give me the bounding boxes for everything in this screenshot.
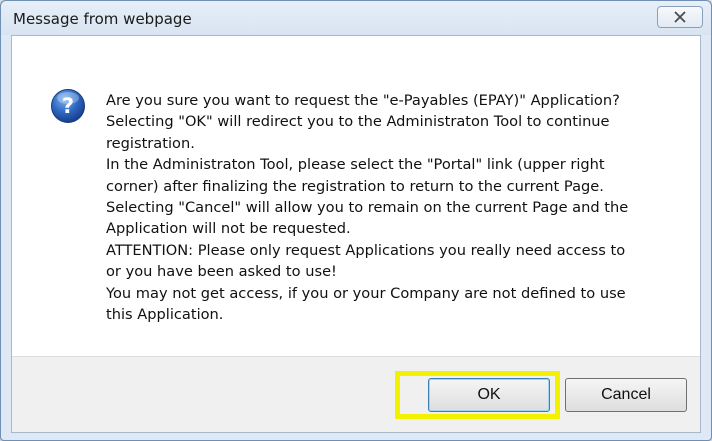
- close-button[interactable]: [657, 6, 703, 28]
- question-icon: ?: [51, 89, 85, 123]
- title-bar: Message from webpage: [1, 1, 711, 35]
- message-line: corner) after finalizing the registratio…: [106, 177, 604, 195]
- message-line: Selecting "Cancel" will allow you to rem…: [106, 199, 629, 217]
- ok-button[interactable]: OK: [428, 378, 550, 412]
- close-icon: [674, 11, 686, 23]
- dialog-title: Message from webpage: [13, 10, 192, 28]
- message-line: Application will not be requested.: [106, 220, 351, 238]
- message-dialog: Message from webpage ? Are you sure you …: [0, 0, 712, 441]
- message-line: You may not get access, if you or your C…: [106, 284, 626, 302]
- message-line: or you have been asked to use!: [106, 263, 337, 281]
- dialog-content: ? Are you sure you want to request the "…: [12, 36, 700, 357]
- message-line: In the Administraton Tool, please select…: [106, 156, 605, 174]
- message-line: ATTENTION: Please only request Applicati…: [106, 241, 626, 259]
- message-line: this Application.: [106, 306, 224, 324]
- message-line: Selecting "OK" will redirect you to the …: [106, 113, 610, 131]
- button-bar: OK Cancel: [12, 356, 700, 432]
- dialog-body: ? Are you sure you want to request the "…: [11, 35, 701, 433]
- message-text: Are you sure you want to request the "e-…: [106, 90, 686, 325]
- svg-text:?: ?: [62, 94, 74, 118]
- cancel-button[interactable]: Cancel: [565, 378, 687, 412]
- message-line: Are you sure you want to request the "e-…: [106, 92, 620, 109]
- message-line: registration.: [106, 134, 195, 152]
